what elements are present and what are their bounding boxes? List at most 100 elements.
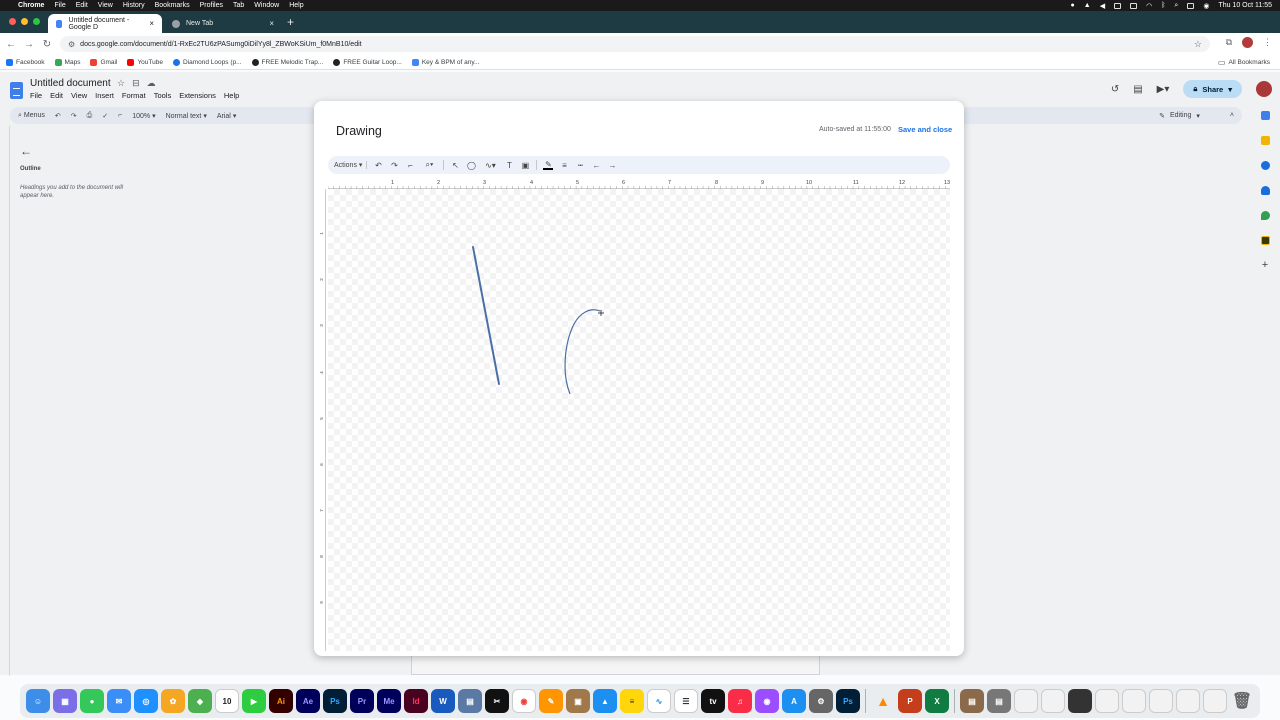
trash-icon[interactable]: 🗑︎: [1230, 689, 1254, 713]
undo-icon[interactable]: ↶: [373, 160, 383, 170]
line-weight-icon[interactable]: ≡: [559, 160, 569, 170]
chrome-menu-icon[interactable]: ⋮: [1263, 37, 1272, 48]
bookmark-star-icon[interactable]: ☆: [1194, 39, 1202, 50]
recent-file-icon[interactable]: [1149, 689, 1173, 713]
new-tab-icon[interactable]: +: [287, 15, 294, 29]
preview-icon[interactable]: ▤: [458, 689, 482, 713]
music-icon[interactable]: ♫: [728, 689, 752, 713]
line-dash-icon[interactable]: ┅: [575, 160, 585, 170]
select-arrow-icon[interactable]: ↖: [450, 160, 460, 170]
menu-history[interactable]: History: [123, 2, 145, 9]
line-color-icon[interactable]: ✎: [543, 160, 554, 170]
recent-file-icon[interactable]: [1041, 689, 1065, 713]
after-effects-icon[interactable]: Ae: [296, 689, 320, 713]
image-icon[interactable]: ▣: [520, 160, 530, 170]
capcut-icon[interactable]: ✂: [485, 689, 509, 713]
paint-format-icon[interactable]: ⌐: [405, 160, 415, 170]
bookmark-melodic-trap[interactable]: FREE Melodic Trap...: [251, 58, 323, 66]
menu-tab[interactable]: Tab: [233, 2, 244, 9]
system-settings-icon[interactable]: ⚙: [809, 689, 833, 713]
recent-file-icon[interactable]: [1203, 689, 1227, 713]
menu-bookmarks[interactable]: Bookmarks: [155, 2, 190, 9]
photos-icon[interactable]: ✿: [161, 689, 185, 713]
clock[interactable]: Thu 10 Oct 11:55: [1218, 2, 1272, 9]
reload-icon[interactable]: ↻: [38, 39, 56, 50]
indesign-icon[interactable]: Id: [404, 689, 428, 713]
keka-icon[interactable]: ▣: [566, 689, 590, 713]
redo-icon[interactable]: ↷: [389, 160, 399, 170]
freeform-icon[interactable]: ∿: [647, 689, 671, 713]
close-tab-icon[interactable]: ×: [149, 19, 154, 28]
maps-app-icon[interactable]: ◆: [188, 689, 212, 713]
battery-icon[interactable]: [1130, 2, 1138, 9]
straight-stroke[interactable]: [472, 246, 500, 385]
recent-file-icon[interactable]: [1095, 689, 1119, 713]
save-and-close-button[interactable]: Save and close: [898, 125, 952, 134]
reminders-icon[interactable]: ☰: [674, 689, 698, 713]
word-icon[interactable]: W: [431, 689, 455, 713]
photoshop-icon[interactable]: Ps: [323, 689, 347, 713]
bookmark-guitar-loop[interactable]: FREE Guitar Loop...: [333, 58, 402, 66]
vlc-icon[interactable]: ▲: [871, 689, 895, 713]
notes-icon[interactable]: ≡: [620, 689, 644, 713]
text-box-icon[interactable]: T: [504, 160, 514, 170]
recent-file-icon[interactable]: [1014, 689, 1038, 713]
bookmark-maps[interactable]: Maps: [54, 58, 80, 66]
menu-view[interactable]: View: [98, 2, 113, 9]
messages-icon[interactable]: ●: [80, 689, 104, 713]
line-end-icon[interactable]: →: [607, 160, 617, 170]
podcasts-icon[interactable]: ◉: [755, 689, 779, 713]
launchpad-icon[interactable]: ▦: [53, 689, 77, 713]
actions-menu[interactable]: Actions ▾: [334, 161, 368, 169]
volume-icon[interactable]: ◀: [1100, 2, 1105, 10]
omnibox[interactable]: ⚙ docs.google.com/document/d/1-RxEc2TU6z…: [60, 36, 1210, 52]
safari-icon[interactable]: ◎: [134, 689, 158, 713]
chrome-icon[interactable]: ◉: [512, 689, 536, 713]
illustrator-icon[interactable]: Ai: [269, 689, 293, 713]
bookmark-youtube[interactable]: YouTube: [127, 58, 163, 66]
finder-icon[interactable]: ☺: [26, 689, 50, 713]
profile-avatar[interactable]: [1242, 37, 1253, 48]
premiere-pro-icon[interactable]: Pr: [350, 689, 374, 713]
facetime-icon[interactable]: ▶: [242, 689, 266, 713]
airplay-icon[interactable]: ▲: [1084, 2, 1091, 9]
recent-file-icon[interactable]: [1122, 689, 1146, 713]
curved-stroke[interactable]: [564, 309, 601, 395]
minimize-window-icon[interactable]: [21, 18, 28, 25]
zoom-icon[interactable]: ⌕▾: [421, 160, 437, 170]
media-encoder-icon[interactable]: Me: [377, 689, 401, 713]
keynote-icon[interactable]: ▲: [593, 689, 617, 713]
close-tab-icon[interactable]: ×: [269, 19, 274, 28]
pages-icon[interactable]: ✎: [539, 689, 563, 713]
recent-file-icon[interactable]: ▤: [987, 689, 1011, 713]
bookmark-diamond-loops[interactable]: Diamond Loops (p...: [172, 58, 242, 66]
recent-file-icon[interactable]: ▤: [960, 689, 984, 713]
forward-icon[interactable]: →: [20, 39, 38, 50]
tv-icon[interactable]: tv: [701, 689, 725, 713]
menu-file[interactable]: File: [54, 2, 65, 9]
photoshop-2-icon[interactable]: Ps: [836, 689, 860, 713]
recent-file-icon[interactable]: [1176, 689, 1200, 713]
tab-untitled-document[interactable]: Untitled document - Google D ×: [48, 14, 162, 33]
bookmark-gmail[interactable]: Gmail: [90, 58, 117, 66]
spotlight-icon[interactable]: ⌕: [1174, 2, 1178, 10]
menu-app-name[interactable]: Chrome: [18, 2, 44, 9]
recent-file-icon[interactable]: [1068, 689, 1092, 713]
close-window-icon[interactable]: [9, 18, 16, 25]
app-store-icon[interactable]: A: [782, 689, 806, 713]
siri-icon[interactable]: ◉: [1203, 2, 1209, 10]
bluetooth-icon[interactable]: ᛒ: [1161, 2, 1165, 9]
back-icon[interactable]: ←: [2, 39, 20, 50]
mail-icon[interactable]: ✉: [107, 689, 131, 713]
tab-new-tab[interactable]: New Tab ×: [164, 14, 282, 33]
all-bookmarks[interactable]: ▭ All Bookmarks: [1218, 58, 1270, 67]
bookmark-key-bpm[interactable]: Key & BPM of any...: [411, 58, 480, 66]
menu-window[interactable]: Window: [254, 2, 279, 9]
menu-profiles[interactable]: Profiles: [200, 2, 223, 9]
drawing-canvas[interactable]: [328, 189, 950, 651]
menu-help[interactable]: Help: [289, 2, 303, 9]
line-start-icon[interactable]: ←: [591, 160, 601, 170]
control-center-icon[interactable]: [1187, 2, 1195, 9]
bookmark-facebook[interactable]: Facebook: [6, 58, 45, 66]
display-icon[interactable]: [1114, 2, 1122, 9]
